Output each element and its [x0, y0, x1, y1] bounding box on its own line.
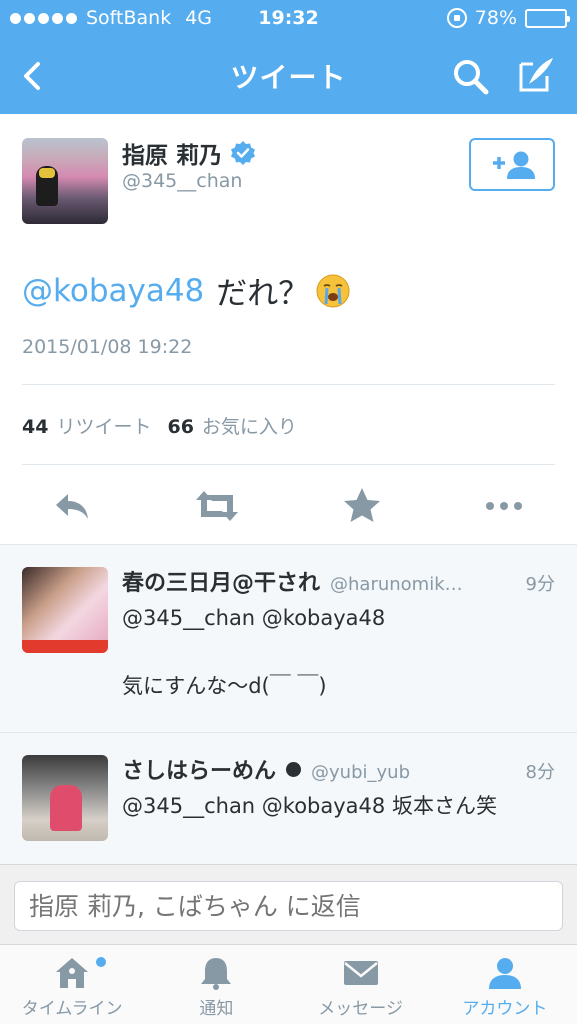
reply-time: 8分	[525, 762, 555, 783]
crying-face-icon	[316, 274, 350, 307]
tab-account[interactable]: アカウント	[433, 945, 577, 1024]
mention-link[interactable]: @kobaya48	[22, 273, 204, 309]
notification-dot	[96, 957, 106, 967]
reply-item[interactable]: さしはらーめん @yubi_yub 8分 @345__chan @kobaya4…	[0, 732, 577, 864]
reply-text: @345__chan @kobaya48 気にすんな〜d(￣ ￣)	[122, 606, 386, 698]
tab-notifications[interactable]: 通知	[144, 945, 288, 1024]
tab-label: メッセージ	[318, 999, 403, 1019]
rotation-lock-icon	[446, 8, 467, 28]
reply-author-name[interactable]: さしはらーめん	[122, 753, 276, 785]
author-handle: @345__chan	[122, 170, 243, 192]
tab-label: アカウント	[462, 999, 548, 1019]
home-icon	[56, 958, 89, 988]
tweet-actions	[0, 484, 577, 528]
follow-button[interactable]	[469, 138, 555, 191]
reply-author-handle: @yubi_yub	[311, 762, 410, 783]
reply-time: 9分	[525, 574, 555, 595]
status-bar: SoftBank 4G 19:32 78%	[0, 0, 577, 38]
divider	[22, 464, 555, 465]
add-user-icon	[493, 151, 535, 179]
retweet-label[interactable]: リツイート	[56, 412, 151, 439]
tweet-text: @kobaya48 だれ？	[22, 268, 351, 313]
reply-item[interactable]: 春の三日月@干され @harunomik… 9分 @345__chan @kob…	[0, 544, 577, 732]
tweet-stats: 44 リツイート 66 お気に入り	[22, 412, 313, 439]
reply-composer	[0, 864, 577, 944]
avatar[interactable]	[22, 567, 108, 653]
author-name[interactable]: 指原 莉乃	[122, 136, 256, 170]
more-icon[interactable]	[482, 484, 526, 528]
battery-percent: 78%	[474, 7, 517, 29]
divider	[22, 384, 555, 385]
bell-icon	[201, 958, 232, 990]
tab-label: 通知	[199, 999, 234, 1019]
tab-messages[interactable]: メッセージ	[289, 945, 433, 1024]
search-icon[interactable]	[450, 56, 492, 98]
reply-author-handle: @harunomik…	[330, 574, 463, 595]
reply-input[interactable]	[14, 881, 563, 931]
battery-icon	[525, 8, 570, 28]
reply-author-name[interactable]: 春の三日月@干され	[122, 565, 320, 597]
envelope-icon	[343, 961, 378, 985]
tab-label: タイムライン	[21, 999, 123, 1019]
tab-timeline[interactable]: タイムライン	[0, 945, 144, 1024]
author-name-text: 指原 莉乃	[122, 143, 223, 169]
verified-badge-icon	[231, 141, 256, 165]
tab-bar: タイムライン 通知 メッセージ アカウント	[0, 944, 577, 1024]
nav-bar: ツイート	[0, 38, 577, 114]
tweet-detail: 指原 莉乃 @345__chan @kobaya48 だれ？ 2015/01/0…	[0, 114, 577, 544]
reply-icon[interactable]	[50, 484, 94, 528]
retweet-icon[interactable]	[192, 484, 242, 528]
favorite-label[interactable]: お気に入り	[202, 412, 297, 439]
compose-icon[interactable]	[515, 54, 557, 96]
smiley-icon	[286, 762, 302, 777]
reply-header: 春の三日月@干され @harunomik… 9分	[122, 565, 555, 597]
person-icon	[488, 958, 521, 989]
tweet-body: だれ？	[216, 276, 310, 312]
reply-header: さしはらーめん @yubi_yub 8分	[122, 753, 555, 785]
retweet-count[interactable]: 44	[22, 416, 48, 438]
avatar[interactable]	[22, 138, 108, 224]
tweet-timestamp: 2015/01/08 19:22	[22, 336, 193, 358]
favorite-count[interactable]: 66	[167, 416, 193, 438]
reply-text: @345__chan @kobaya48 坂本さん笑	[122, 794, 497, 818]
avatar[interactable]	[22, 755, 108, 841]
favorite-star-icon[interactable]	[340, 484, 384, 528]
